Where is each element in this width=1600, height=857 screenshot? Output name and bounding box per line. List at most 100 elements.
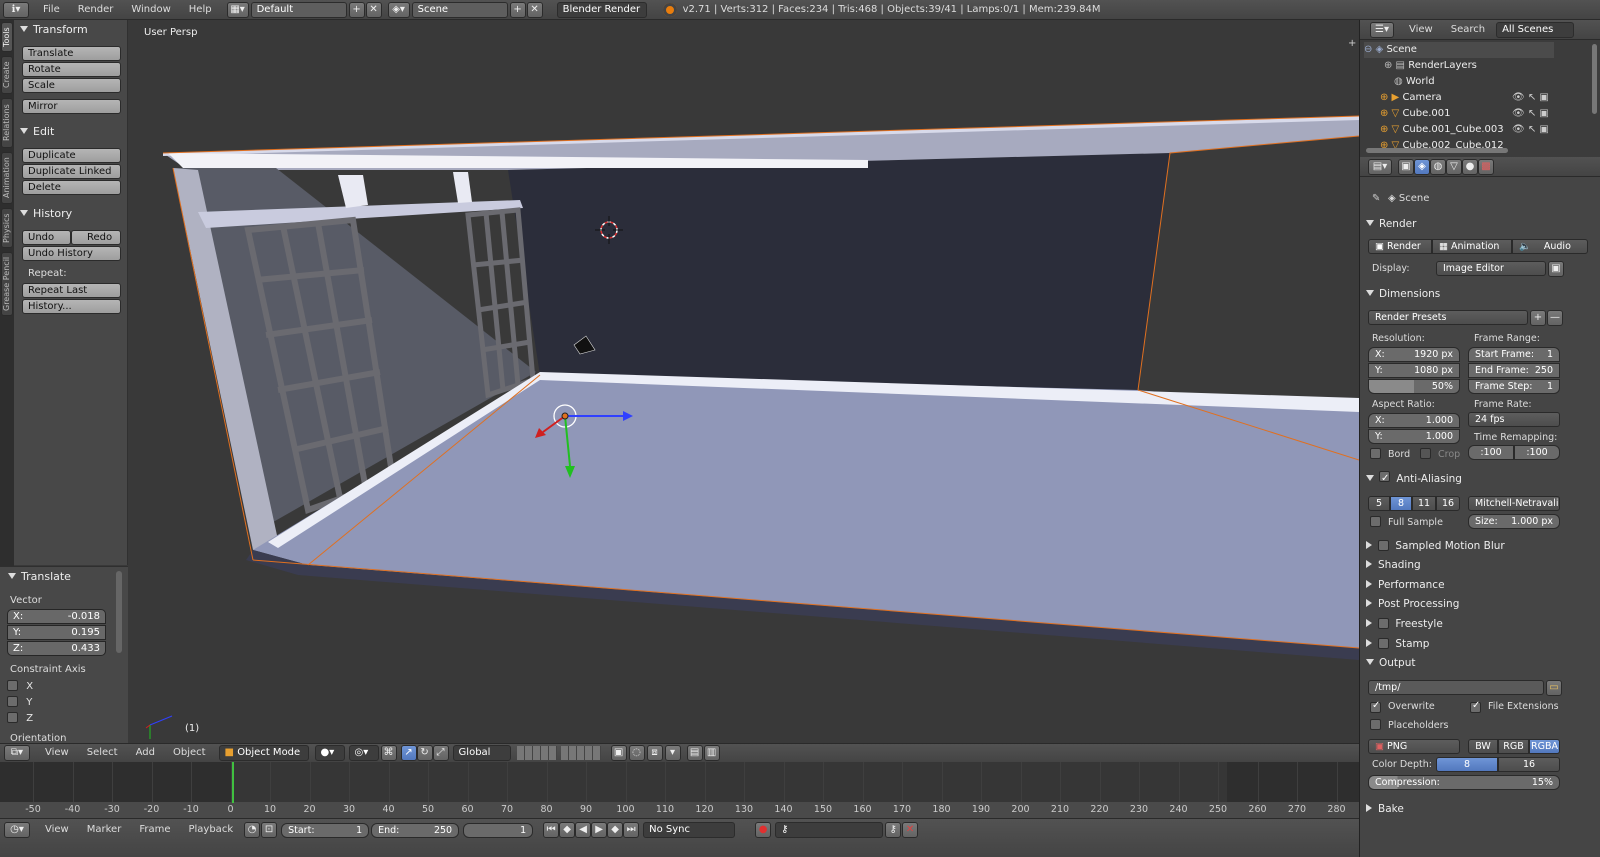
snap-target-icon[interactable]: ▾ <box>664 745 681 761</box>
constraint-x-checkbox[interactable]: X <box>7 680 33 692</box>
edit-panel-header[interactable]: Edit <box>14 123 54 141</box>
aa-samples-8[interactable]: 8 <box>1390 496 1412 511</box>
lock-layers-icon[interactable]: ▣ <box>610 745 627 761</box>
compression-slider[interactable]: Compression: 15% <box>1368 775 1560 790</box>
current-frame-marker[interactable] <box>232 762 234 803</box>
aa-samples-5[interactable]: 5 <box>1368 496 1390 511</box>
outliner-hscrollbar[interactable] <box>1366 148 1508 153</box>
render-anim-icon[interactable]: ▥ <box>703 745 720 761</box>
color-rgba-button[interactable]: RGBA <box>1529 739 1560 754</box>
visibility-icons[interactable]: 👁 ↖ ▣ <box>1512 90 1549 106</box>
performance-panel-header[interactable]: Performance <box>1366 576 1594 594</box>
history-panel-header[interactable]: History <box>14 205 72 223</box>
output-path-field[interactable]: /tmp/ <box>1368 680 1544 695</box>
outliner-menu-search[interactable]: Search <box>1442 20 1494 40</box>
timeline-menu-frame[interactable]: Frame <box>130 820 179 840</box>
audio-button[interactable]: 🔈 Audio <box>1512 239 1588 254</box>
delete-keyframe-icon[interactable]: ✕ <box>902 822 919 838</box>
remove-preset-icon[interactable]: — <box>1547 310 1563 326</box>
file-extensions-checkbox[interactable]: File Extensions <box>1470 701 1559 713</box>
color-depth-8-button[interactable]: 8 <box>1436 757 1498 772</box>
shading-select[interactable]: ●▾ <box>314 745 345 761</box>
snap-icon[interactable]: ⧈ <box>646 745 663 761</box>
frame-rate-select[interactable]: 24 fps <box>1468 412 1560 427</box>
outliner-item-world[interactable]: ◍ World <box>1394 74 1592 90</box>
add-preset-icon[interactable]: + <box>1530 310 1546 326</box>
border-checkbox[interactable]: Bord <box>1370 448 1410 460</box>
proportional-edit-icon[interactable]: ◌ <box>628 745 645 761</box>
tab-create[interactable]: Create <box>1 56 13 94</box>
viewport-add-region-icon[interactable]: + <box>1348 38 1356 49</box>
menu-window[interactable]: Window <box>122 0 179 20</box>
preview-range-icon[interactable]: ◔ <box>244 822 261 838</box>
jump-start-icon[interactable]: ⏮ <box>543 822 560 838</box>
outliner-item-cube002-cube012[interactable]: ⊕ ▽ Cube.002_Cube.012 <box>1380 138 1595 148</box>
orientation-select[interactable]: Global <box>452 745 511 761</box>
freestyle-panel-header[interactable]: Freestyle <box>1366 615 1594 633</box>
aspect-x-field[interactable]: X: 1.000 <box>1368 413 1460 428</box>
timeline-menu-playback[interactable]: Playback <box>179 820 242 840</box>
duplicate-linked-button[interactable]: Duplicate Linked <box>22 164 121 179</box>
history-more-button[interactable]: History... <box>22 299 121 314</box>
add-layout-icon[interactable]: + <box>348 1 365 18</box>
delete-scene-icon[interactable]: ✕ <box>526 1 543 18</box>
outliner-item-camera[interactable]: ⊕ ▶ Camera 👁 ↖ ▣ <box>1380 90 1595 106</box>
keying-set-field[interactable]: ⚷ <box>775 822 884 838</box>
post-processing-panel-header[interactable]: Post Processing <box>1366 595 1594 613</box>
screen-layout-icon[interactable]: ▦▾ <box>226 1 249 18</box>
file-format-select[interactable]: ▣ PNG <box>1368 739 1460 754</box>
outliner-menu-view[interactable]: View <box>1400 20 1442 40</box>
motion-blur-checkbox[interactable] <box>1378 540 1389 551</box>
render-context-icon[interactable]: ▣ <box>1398 158 1414 175</box>
scale-manipulator-icon[interactable]: ⤢ <box>432 745 449 761</box>
outliner-item-cube001[interactable]: ⊕ ▽ Cube.001 👁 ↖ ▣ <box>1380 106 1595 122</box>
aa-filter-select[interactable]: Mitchell-Netravali <box>1468 496 1560 511</box>
display-select[interactable]: Image Editor <box>1436 261 1546 276</box>
crop-checkbox[interactable]: Crop <box>1420 448 1460 460</box>
menu-help[interactable]: Help <box>180 0 221 20</box>
menu-add[interactable]: Add <box>127 743 164 763</box>
insert-keyframe-icon[interactable]: ⚷ <box>885 822 902 838</box>
jump-end-icon[interactable]: ⏭ <box>623 822 640 838</box>
play-reverse-icon[interactable]: ◀ <box>575 822 592 838</box>
3d-viewport[interactable]: User Persp (1) + <box>128 20 1359 743</box>
translate-button[interactable]: Translate <box>22 46 121 61</box>
tab-relations[interactable]: Relations <box>1 98 13 148</box>
full-sample-checkbox[interactable]: Full Sample <box>1370 516 1443 528</box>
jump-key-back-icon[interactable]: ◆ <box>559 822 576 838</box>
timeline-menu-marker[interactable]: Marker <box>78 820 131 840</box>
redo-button[interactable]: Redo <box>71 230 121 245</box>
current-frame-field[interactable]: 1 <box>463 822 534 838</box>
editor-type-3d-icon[interactable]: ⧉▾ <box>4 745 30 761</box>
tab-animation[interactable]: Animation <box>1 152 13 204</box>
properties-editor-type-icon[interactable]: ▤▾ <box>1368 158 1392 175</box>
scene-field[interactable]: Scene <box>411 1 508 18</box>
outliner-item-renderlayers[interactable]: ⊕ ▤ RenderLayers <box>1384 58 1582 74</box>
rotate-manipulator-icon[interactable]: ↻ <box>416 745 433 761</box>
res-percent-field[interactable]: 50% <box>1368 379 1460 394</box>
object-context-icon[interactable]: ▽ <box>1446 158 1462 175</box>
end-frame-field[interactable]: End: 250 <box>371 822 460 838</box>
scene-icon[interactable]: ◈▾ <box>387 1 410 18</box>
start-frame-prop-field[interactable]: Start Frame: 1 <box>1468 347 1560 362</box>
render-presets-select[interactable]: Render Presets <box>1368 310 1528 325</box>
pivot-select[interactable]: ◎▾ <box>348 745 379 761</box>
timeline[interactable]: -50 -40 -30 -20 -10 0 10 20 30 40 50 60 70 80 90 100 110… <box>0 762 1359 818</box>
duplicate-button[interactable]: Duplicate <box>22 148 121 163</box>
lock-icon[interactable]: ⊡ <box>261 822 278 838</box>
outliner-editor-type-icon[interactable]: ☰▾ <box>1370 21 1394 38</box>
menu-object[interactable]: Object <box>164 743 215 763</box>
folder-browse-icon[interactable]: ▭ <box>1546 680 1562 696</box>
aa-enable-checkbox[interactable] <box>1379 471 1390 482</box>
scene-context-icon[interactable]: ◈ <box>1414 158 1430 175</box>
add-scene-icon[interactable]: + <box>509 1 526 18</box>
outliner-vscrollbar[interactable] <box>1592 44 1597 114</box>
layers-grid-2[interactable] <box>560 746 601 760</box>
texture-context-icon[interactable]: ▩ <box>1478 158 1494 175</box>
display-toggle-icon[interactable]: ▣ <box>1548 261 1564 277</box>
undo-button[interactable]: Undo <box>22 230 71 245</box>
filter-size-field[interactable]: Size: 1.000 px <box>1468 514 1560 529</box>
undo-history-button[interactable]: Undo History <box>22 246 121 261</box>
menu-file[interactable]: File <box>34 0 69 20</box>
repeat-last-button[interactable]: Repeat Last <box>22 283 121 298</box>
